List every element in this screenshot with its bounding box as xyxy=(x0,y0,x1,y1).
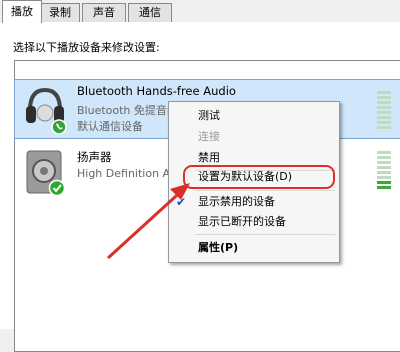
menu-separator xyxy=(195,190,335,191)
device-status: 默认通信设备 xyxy=(77,120,143,133)
speaker-icon xyxy=(26,150,66,197)
menu-item-show-disconnected[interactable]: 显示已断开的设备 xyxy=(169,212,339,232)
menu-separator xyxy=(195,234,335,235)
context-menu: 测试 连接 禁用 设置为默认设备(D) ✔ 显示禁用的设备 显示已断开的设备 属… xyxy=(168,101,340,263)
menu-item-show-disabled[interactable]: ✔ 显示禁用的设备 xyxy=(169,192,339,212)
default-check-icon xyxy=(48,179,66,197)
device-name: 扬声器 xyxy=(77,150,112,164)
headset-icon xyxy=(26,87,67,134)
tab-communications[interactable]: 通信 xyxy=(128,3,172,22)
checkmark-icon: ✔ xyxy=(176,195,187,209)
device-driver: High Definition A xyxy=(77,167,171,180)
menu-item-set-default[interactable]: 设置为默认设备(D) xyxy=(183,165,335,189)
tab-sounds[interactable]: 声音 xyxy=(82,3,126,22)
menu-item-connect[interactable]: 连接 xyxy=(169,127,339,147)
instruction-text: 选择以下播放设备来修改设置: xyxy=(13,41,160,54)
tab-strip: 播放 录制 声音 通信 xyxy=(0,0,400,23)
tab-recording[interactable]: 录制 xyxy=(40,3,80,22)
tab-playback[interactable]: 播放 xyxy=(2,0,42,23)
volume-meter xyxy=(377,91,391,131)
menu-item-properties[interactable]: 属性(P) xyxy=(169,238,339,258)
volume-meter xyxy=(377,151,391,191)
menu-item-test[interactable]: 测试 xyxy=(169,106,339,126)
device-name: Bluetooth Hands-free Audio xyxy=(77,84,236,98)
